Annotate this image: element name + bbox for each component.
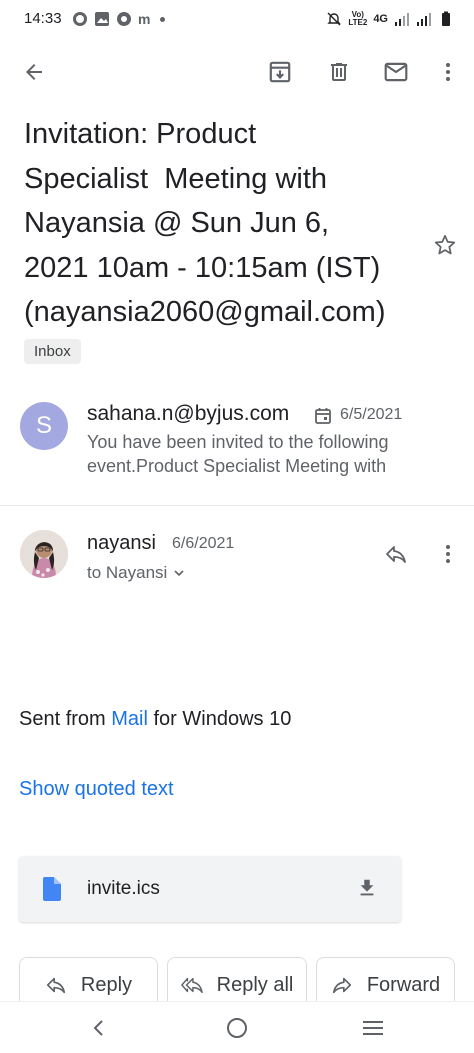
back-button[interactable] [10, 48, 58, 96]
status-bar: 14:33 m Vo) LTE2 4G [0, 0, 474, 40]
attachment-name: invite.ics [87, 878, 160, 899]
chevron-down-icon [174, 570, 184, 577]
star-icon [434, 234, 456, 255]
avatar: S [20, 402, 68, 450]
avatar[interactable] [20, 530, 68, 578]
mail-link[interactable]: Mail [111, 708, 148, 730]
forward-icon [332, 977, 351, 994]
system-icons: Vo) LTE2 4G [326, 10, 454, 28]
profile-photo-icon [20, 530, 68, 578]
more-vert-icon [446, 545, 450, 563]
email-subject: Invitation: Product Specialist Meeting w… [24, 118, 386, 328]
attachment-card[interactable]: invite.ics [19, 856, 401, 922]
recipient-label: to Nayansi [87, 563, 168, 582]
message-date: 6/6/2021 [172, 535, 235, 552]
message-more-button[interactable] [424, 530, 472, 578]
recipient-details-toggle[interactable]: to Nayansi [87, 563, 185, 583]
forward-label: Forward [366, 974, 441, 996]
messenger-icon: m [138, 11, 150, 27]
reply-icon [386, 546, 406, 563]
show-quoted-text-link[interactable]: Show quoted text [19, 778, 174, 801]
status-time: 14:33 [24, 10, 62, 27]
message-snippet: You have been invited to the following e… [87, 432, 389, 476]
message-date: 6/5/2021 [340, 406, 403, 423]
mark-unread-icon [384, 62, 408, 82]
battery-icon [442, 11, 450, 26]
reply-all-icon [180, 977, 203, 994]
chevron-left-icon [93, 1020, 103, 1036]
signal-icon [417, 13, 431, 26]
more-vert-icon [446, 63, 450, 81]
mute-icon [327, 12, 342, 26]
reply-icon-button[interactable] [372, 530, 420, 578]
delete-button[interactable] [315, 48, 363, 96]
toolbar [0, 48, 474, 96]
archive-icon [269, 61, 291, 83]
nav-recents-button[interactable] [349, 1008, 397, 1048]
message-body: Sent from Mail for Windows 10 [19, 708, 291, 731]
body-text-prefix: Sent from [19, 708, 112, 730]
mark-unread-button[interactable] [372, 48, 420, 96]
notification-icons: m [72, 10, 165, 28]
network-type: 4G [373, 13, 388, 25]
sender-name: sahana.n@byjus.com [87, 402, 290, 425]
download-icon [360, 879, 374, 896]
svg-text:m: m [138, 11, 150, 27]
home-circle-icon [227, 1018, 247, 1038]
reply-label: Reply [80, 974, 133, 996]
volte-label: Vo) LTE2 [348, 11, 367, 27]
archive-button[interactable] [256, 48, 304, 96]
delete-icon [331, 63, 347, 81]
sender-name: nayansi [87, 532, 156, 554]
signal-icon [395, 13, 409, 26]
nav-back-button[interactable] [75, 1008, 123, 1048]
nav-home-button[interactable] [213, 1008, 261, 1048]
recents-menu-icon [363, 1021, 383, 1035]
collapsed-message[interactable]: S sahana.n@byjus.com 6/5/2021 You have b… [0, 385, 474, 506]
calendar-icon [315, 408, 331, 424]
star-button[interactable] [421, 221, 469, 269]
label-chip-inbox[interactable]: Inbox [24, 339, 81, 364]
download-button[interactable] [353, 874, 381, 902]
file-icon [43, 877, 61, 901]
system-nav-bar [0, 1001, 474, 1053]
reply-all-label: Reply all [216, 974, 294, 996]
whatsapp-icon [73, 12, 87, 26]
volte-bottom: LTE2 [348, 18, 368, 27]
more-options-button[interactable] [424, 48, 472, 96]
chrome-icon [117, 12, 131, 26]
body-text-suffix: for Windows 10 [147, 708, 292, 730]
dot-icon [160, 16, 165, 22]
gallery-icon [95, 12, 109, 26]
back-arrow-icon [26, 64, 42, 80]
reply-icon [46, 977, 65, 994]
